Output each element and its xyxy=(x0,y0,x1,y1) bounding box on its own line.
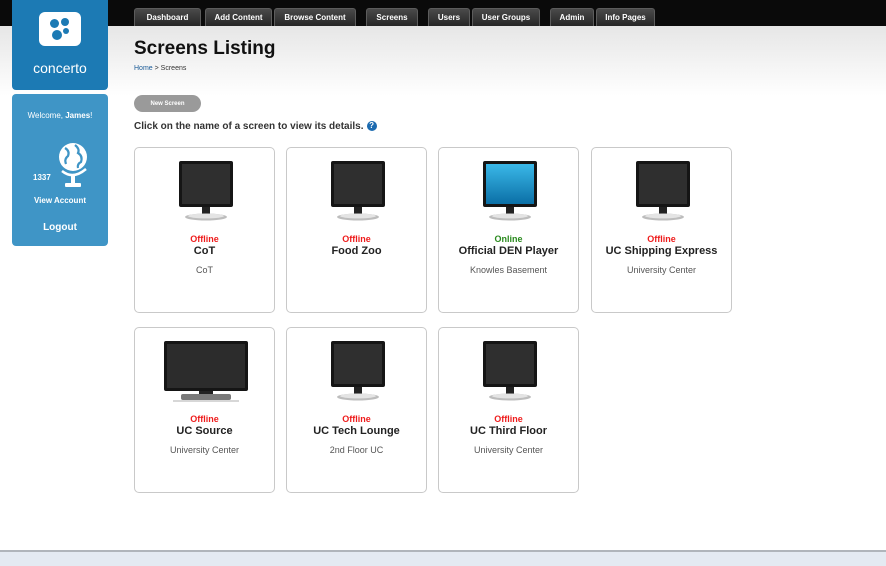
concerto-logo[interactable]: concerto xyxy=(12,0,108,90)
view-account-link[interactable]: View Account xyxy=(12,196,108,205)
monitor-icon xyxy=(176,159,236,223)
monitor-icon xyxy=(328,339,388,403)
screen-card-uc-shipping-express[interactable]: Offline UC Shipping Express University C… xyxy=(591,147,732,313)
breadcrumb-home-link[interactable]: Home xyxy=(134,65,153,72)
screen-status: Offline xyxy=(494,414,523,424)
screen-location: University Center xyxy=(473,445,544,455)
nav-tab-info-pages[interactable]: Info Pages xyxy=(596,8,655,26)
screen-name[interactable]: CoT xyxy=(135,245,274,257)
monitor-icon xyxy=(633,159,693,223)
concerto-logo-icon xyxy=(39,12,81,46)
user-name: James xyxy=(65,111,91,120)
logout-link[interactable]: Logout xyxy=(12,222,108,233)
screen-name[interactable]: Official DEN Player xyxy=(439,245,578,257)
screen-card-uc-tech-lounge[interactable]: Offline UC Tech Lounge 2nd Floor UC xyxy=(286,327,427,493)
page-title: Screens Listing xyxy=(134,38,276,59)
screen-card-food-zoo[interactable]: Offline Food Zoo xyxy=(286,147,427,313)
screen-location: CoT xyxy=(195,265,213,275)
breadcrumb: Home > Screens xyxy=(134,65,187,72)
screen-name[interactable]: Food Zoo xyxy=(287,245,426,257)
screen-location: Knowles Basement xyxy=(469,265,548,275)
screen-status: Offline xyxy=(647,234,676,244)
screen-location: University Center xyxy=(626,265,697,275)
nav-tab-browse-content[interactable]: Browse Content xyxy=(274,8,356,26)
nav-tab-screens[interactable]: Screens xyxy=(366,8,418,26)
screen-status: Offline xyxy=(342,234,371,244)
breadcrumb-current: Screens xyxy=(160,65,187,72)
screen-location: 2nd Floor UC xyxy=(329,445,384,455)
help-icon[interactable]: ? xyxy=(366,121,377,131)
new-screen-button[interactable]: New Screen xyxy=(134,95,201,112)
nav-tab-user-groups[interactable]: User Groups xyxy=(472,8,540,26)
screen-name[interactable]: UC Tech Lounge xyxy=(287,425,426,437)
instructions-text: Click on the name of a screen to view it… xyxy=(134,121,377,132)
screen-status: Offline xyxy=(190,234,219,244)
screen-name[interactable]: UC Shipping Express xyxy=(592,245,731,257)
screen-card-uc-source[interactable]: Offline UC Source University Center xyxy=(134,327,275,493)
monitor-icon xyxy=(480,159,540,223)
monitor-icon xyxy=(480,339,540,403)
screen-name[interactable]: UC Source xyxy=(135,425,274,437)
logo-text: concerto xyxy=(33,60,87,76)
user-points: 1337 xyxy=(33,173,51,182)
nav-tab-dashboard[interactable]: Dashboard xyxy=(134,8,201,26)
user-panel: Welcome, James! 1337 View Account Logout xyxy=(12,94,108,246)
monitor-icon xyxy=(163,339,249,403)
top-nav-bar: Dashboard Add Content Browse Content Scr… xyxy=(0,0,886,26)
screen-status: Online xyxy=(494,234,523,244)
nav-tab-users[interactable]: Users xyxy=(428,8,470,26)
welcome-text: Welcome, James! xyxy=(27,111,93,120)
monitor-icon xyxy=(328,159,388,223)
screen-name[interactable]: UC Third Floor xyxy=(439,425,578,437)
screen-status: Offline xyxy=(342,414,371,424)
header-band xyxy=(0,26,886,96)
screen-card-official-den-player[interactable]: Online Official DEN Player Knowles Basem… xyxy=(438,147,579,313)
screen-status: Offline xyxy=(190,414,219,424)
screen-card-uc-third-floor[interactable]: Offline UC Third Floor University Center xyxy=(438,327,579,493)
nav-tab-admin[interactable]: Admin xyxy=(550,8,594,26)
nav-tab-add-content[interactable]: Add Content xyxy=(205,8,272,26)
screen-location: University Center xyxy=(169,445,240,455)
screen-card-cot[interactable]: Offline CoT CoT xyxy=(134,147,275,313)
globe-icon xyxy=(59,143,87,187)
